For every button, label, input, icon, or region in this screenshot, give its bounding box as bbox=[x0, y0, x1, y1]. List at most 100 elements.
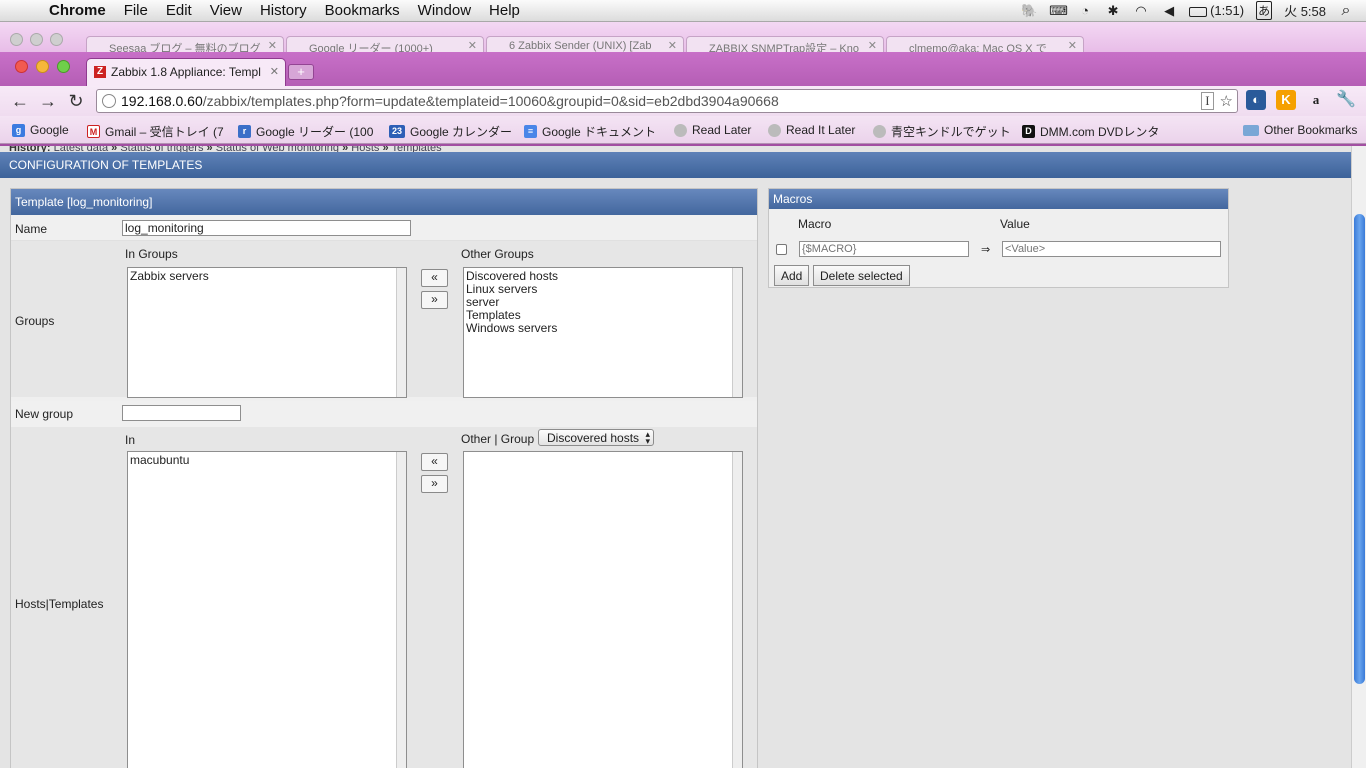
scrollbar[interactable] bbox=[396, 268, 406, 397]
time-machine-icon[interactable]: ◔ bbox=[1077, 3, 1093, 18]
menu-window[interactable]: Window bbox=[409, 2, 480, 19]
tab-active[interactable]: Z Zabbix 1.8 Appliance: Templ ✕ bbox=[86, 58, 286, 86]
macro-value-input[interactable] bbox=[1002, 241, 1221, 257]
new-tab-button[interactable]: + bbox=[288, 64, 314, 80]
list-item[interactable]: Linux servers bbox=[466, 283, 740, 296]
menu-file[interactable]: File bbox=[115, 2, 157, 19]
tab-title: Zabbix 1.8 Appliance: Templ bbox=[111, 65, 261, 79]
bookmark-read-it-later[interactable]: Read It Later bbox=[768, 123, 855, 137]
input-method[interactable]: あ bbox=[1256, 1, 1273, 20]
keyboard-icon[interactable]: ⌨ bbox=[1049, 3, 1068, 18]
page-title: CONFIGURATION OF TEMPLATES bbox=[9, 158, 203, 172]
reload-icon[interactable]: ↻ bbox=[62, 91, 90, 112]
list-item[interactable]: Zabbix servers bbox=[130, 270, 404, 283]
extension-speed-icon[interactable]: ◐ bbox=[1246, 90, 1266, 110]
other-hosts-list[interactable] bbox=[463, 451, 743, 768]
move-left-button[interactable]: « bbox=[421, 269, 448, 287]
window-close-button[interactable] bbox=[15, 60, 28, 73]
bookmark-dmm[interactable]: D DMM.com DVDレンタ bbox=[1022, 123, 1159, 140]
battery-icon bbox=[1189, 6, 1208, 17]
close-icon[interactable]: ✕ bbox=[270, 65, 279, 78]
extension-k-icon[interactable]: K bbox=[1276, 90, 1296, 110]
window-minimize-button[interactable] bbox=[36, 60, 49, 73]
bookmark-label: Other Bookmarks bbox=[1264, 123, 1358, 137]
omnibox-actions: I ☆ bbox=[1201, 92, 1233, 110]
in-hosts-list[interactable]: macubuntu bbox=[127, 451, 407, 768]
group-select[interactable]: Discovered hosts ▴ ▾ bbox=[538, 429, 654, 446]
other-bookmarks[interactable]: Other Bookmarks bbox=[1243, 123, 1357, 137]
zabbix-favicon-icon: Z bbox=[94, 66, 106, 78]
gmail-icon: M bbox=[87, 125, 100, 138]
bookmark-google-calendar[interactable]: 23 Google カレンダー bbox=[389, 123, 512, 140]
back-arrow-icon[interactable]: ← bbox=[6, 91, 34, 112]
window-zoom-button[interactable] bbox=[57, 60, 70, 73]
name-input[interactable]: log_monitoring bbox=[122, 220, 411, 236]
menu-history[interactable]: History bbox=[251, 2, 316, 19]
bookmark-google-reader[interactable]: r Google リーダー (100 bbox=[238, 123, 373, 140]
bg-zoom-button[interactable] bbox=[50, 33, 63, 46]
bookmark-label: Read It Later bbox=[786, 123, 856, 137]
template-form-header: Template [log_monitoring] bbox=[11, 189, 757, 215]
address-bar[interactable]: 192.168.0.60/zabbix/templates.php?form=u… bbox=[96, 89, 1238, 113]
select-arrows-icon: ▴ ▾ bbox=[645, 429, 650, 446]
menu-bookmarks[interactable]: Bookmarks bbox=[316, 2, 409, 19]
instapaper-icon[interactable]: I bbox=[1201, 92, 1214, 110]
menu-help[interactable]: Help bbox=[480, 2, 529, 19]
macros-header: Macros bbox=[769, 189, 1228, 209]
other-groups-list[interactable]: Discovered hosts Linux servers server Te… bbox=[463, 267, 743, 398]
page-title-bar: CONFIGURATION OF TEMPLATES bbox=[0, 152, 1351, 178]
bluetooth-icon[interactable]: ✱ bbox=[1105, 3, 1121, 18]
bookmark-google[interactable]: g Google bbox=[12, 123, 69, 137]
close-icon[interactable]: ✕ bbox=[268, 39, 277, 52]
bookmark-label: Google bbox=[30, 123, 69, 137]
spotlight-search-icon[interactable]: ⌕ bbox=[1338, 2, 1354, 18]
bookmark-google-docs[interactable]: ≡ Google ドキュメント bbox=[524, 123, 656, 140]
menu-edit[interactable]: Edit bbox=[157, 2, 201, 19]
delete-selected-button[interactable]: Delete selected bbox=[813, 265, 910, 286]
docs-icon: ≡ bbox=[524, 125, 537, 138]
volume-icon[interactable]: ◀ bbox=[1161, 3, 1177, 18]
groups-label: Groups bbox=[15, 314, 55, 328]
clock[interactable]: 火 5:58 bbox=[1284, 1, 1326, 20]
close-icon[interactable]: ✕ bbox=[668, 39, 677, 52]
hosts-row: Hosts|Templates In macubuntu « » Other |… bbox=[11, 427, 757, 768]
scrollbar[interactable] bbox=[396, 452, 406, 768]
battery-status[interactable]: (1:51) bbox=[1189, 3, 1244, 18]
new-group-input[interactable] bbox=[122, 405, 241, 421]
close-icon[interactable]: ✕ bbox=[1068, 39, 1077, 52]
list-item[interactable]: macubuntu bbox=[130, 454, 404, 467]
bookmark-gmail[interactable]: M Gmail – 受信トレイ (7 bbox=[87, 123, 224, 140]
google-icon: g bbox=[12, 123, 25, 137]
add-macro-button[interactable]: Add bbox=[774, 265, 810, 286]
calendar-icon: 23 bbox=[389, 125, 405, 138]
wifi-icon[interactable]: ◠ bbox=[1133, 3, 1149, 18]
macro-input[interactable] bbox=[799, 241, 969, 257]
evernote-icon[interactable]: 🐘 bbox=[1021, 3, 1037, 18]
scrollbar-thumb[interactable] bbox=[1354, 214, 1365, 684]
menu-app-name[interactable]: Chrome bbox=[40, 2, 115, 19]
scrollbar[interactable] bbox=[732, 452, 742, 768]
in-groups-list[interactable]: Zabbix servers bbox=[127, 267, 407, 398]
list-item[interactable]: Windows servers bbox=[466, 322, 740, 335]
macro-row-checkbox[interactable] bbox=[776, 244, 787, 255]
browser-toolbar: ← → ↻ 192.168.0.60/zabbix/templates.php?… bbox=[0, 86, 1366, 116]
bookmark-aozora-kindle[interactable]: 青空キンドルでゲット bbox=[873, 123, 1011, 140]
page-content: History: Latest data » Status of trigger… bbox=[0, 146, 1351, 768]
move-left-button[interactable]: « bbox=[421, 453, 448, 471]
amazon-icon[interactable]: a bbox=[1306, 90, 1326, 110]
move-right-button[interactable]: » bbox=[421, 475, 448, 493]
close-icon[interactable]: ✕ bbox=[468, 39, 477, 52]
bg-close-button[interactable] bbox=[10, 33, 23, 46]
page-info-icon[interactable] bbox=[102, 94, 116, 108]
close-icon[interactable]: ✕ bbox=[868, 39, 877, 52]
page-scrollbar[interactable] bbox=[1351, 146, 1366, 768]
bg-minimize-button[interactable] bbox=[30, 33, 43, 46]
forward-arrow-icon[interactable]: → bbox=[34, 91, 62, 112]
menu-view[interactable]: View bbox=[201, 2, 251, 19]
url-host: 192.168.0.60 bbox=[121, 93, 203, 109]
scrollbar[interactable] bbox=[732, 268, 742, 397]
move-right-button[interactable]: » bbox=[421, 291, 448, 309]
bookmark-star-icon[interactable]: ☆ bbox=[1220, 92, 1233, 110]
wrench-icon[interactable]: 🔧 bbox=[1336, 90, 1356, 110]
bookmark-read-later[interactable]: Read Later bbox=[674, 123, 751, 137]
